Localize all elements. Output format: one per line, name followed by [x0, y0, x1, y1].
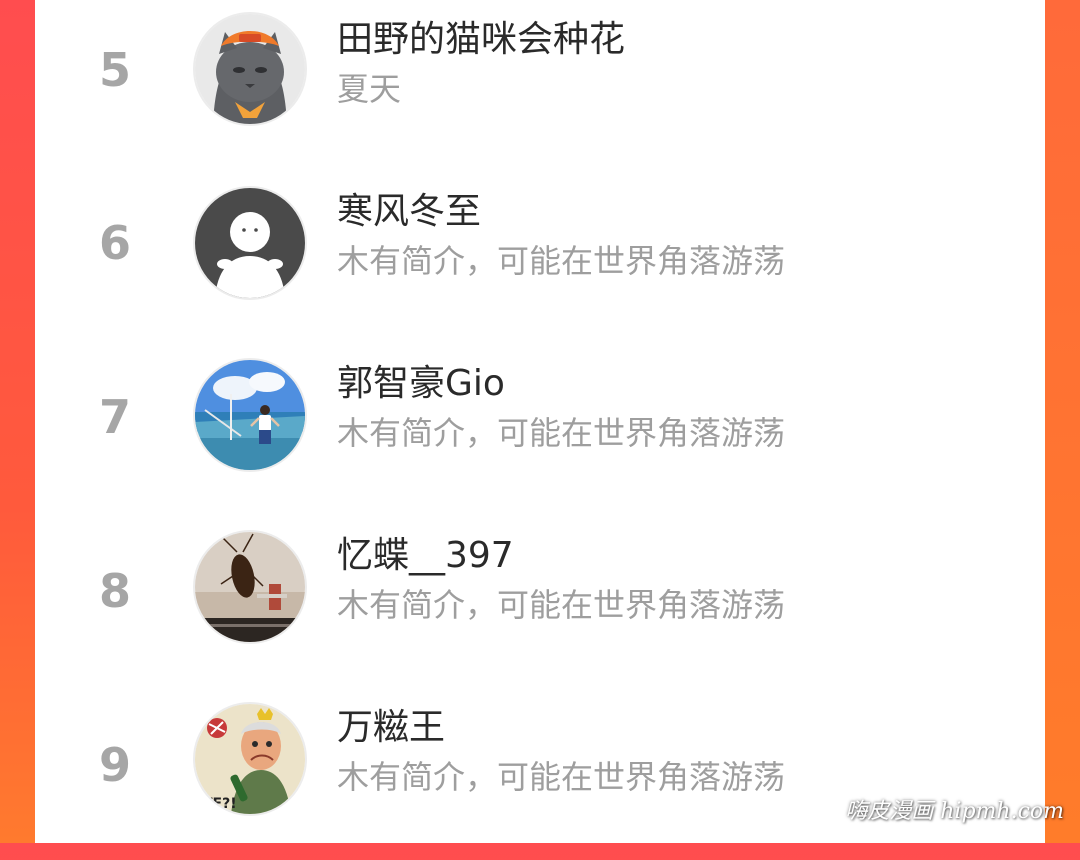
- user-bio: 木有简介，可能在世界角落游荡: [337, 242, 786, 280]
- user-name[interactable]: 万糍王: [337, 708, 445, 748]
- user-bio: 木有简介，可能在世界角落游荡: [337, 586, 786, 624]
- list-item[interactable]: 8 忆蝶__397 木有简介，可能在世界角落游荡: [35, 516, 1045, 688]
- rank-number: 7: [98, 390, 131, 444]
- rank-number: 6: [98, 216, 131, 270]
- list-item[interactable]: 7 郭智豪Gio 木有简介，可能在世界角落游荡: [35, 344, 1045, 516]
- user-bio: 木有简介，可能在世界角落游荡: [337, 758, 786, 796]
- user-name[interactable]: 田野的猫咪会种花: [337, 20, 625, 60]
- cartoon-old-man-drawing-icon: TF?!: [195, 704, 305, 814]
- rank-number: 9: [98, 738, 131, 792]
- rank-number: 5: [98, 43, 131, 97]
- user-name[interactable]: 寒风冬至: [337, 192, 481, 232]
- user-name[interactable]: 忆蝶__397: [337, 536, 514, 576]
- user-bio: 木有简介，可能在世界角落游荡: [337, 414, 786, 452]
- background-edge: [1044, 0, 1080, 843]
- list-item[interactable]: 5 田野的猫咪会种花 夏天: [35, 0, 1045, 172]
- ranking-list: 5 田野的猫咪会种花 夏天 6 寒风冬至 木有简介，可能在世界角落游荡 7 郭智…: [35, 0, 1045, 843]
- avatar[interactable]: [193, 12, 307, 126]
- user-bio: 夏天: [337, 70, 402, 108]
- avatar[interactable]: [193, 358, 307, 472]
- rank-number: 8: [98, 564, 131, 618]
- cockroach-on-wall-photo-icon: [195, 532, 305, 642]
- avatar[interactable]: TF?!: [193, 702, 307, 816]
- user-name[interactable]: 郭智豪Gio: [337, 364, 505, 404]
- person-on-boat-photo-icon: [195, 360, 305, 470]
- list-item[interactable]: 6 寒风冬至 木有简介，可能在世界角落游荡: [35, 172, 1045, 344]
- avatar[interactable]: [193, 530, 307, 644]
- avatar[interactable]: [193, 186, 307, 300]
- svg-text:TF?!: TF?!: [203, 796, 237, 812]
- gray-cat-icon: [195, 14, 305, 124]
- list-item[interactable]: 9 TF?! 万糍王 木有简介，可能在世界角落游荡: [35, 688, 1045, 860]
- watermark: 嗨皮漫画 hipmh.com: [845, 799, 1064, 824]
- default-person-icon: [195, 188, 305, 298]
